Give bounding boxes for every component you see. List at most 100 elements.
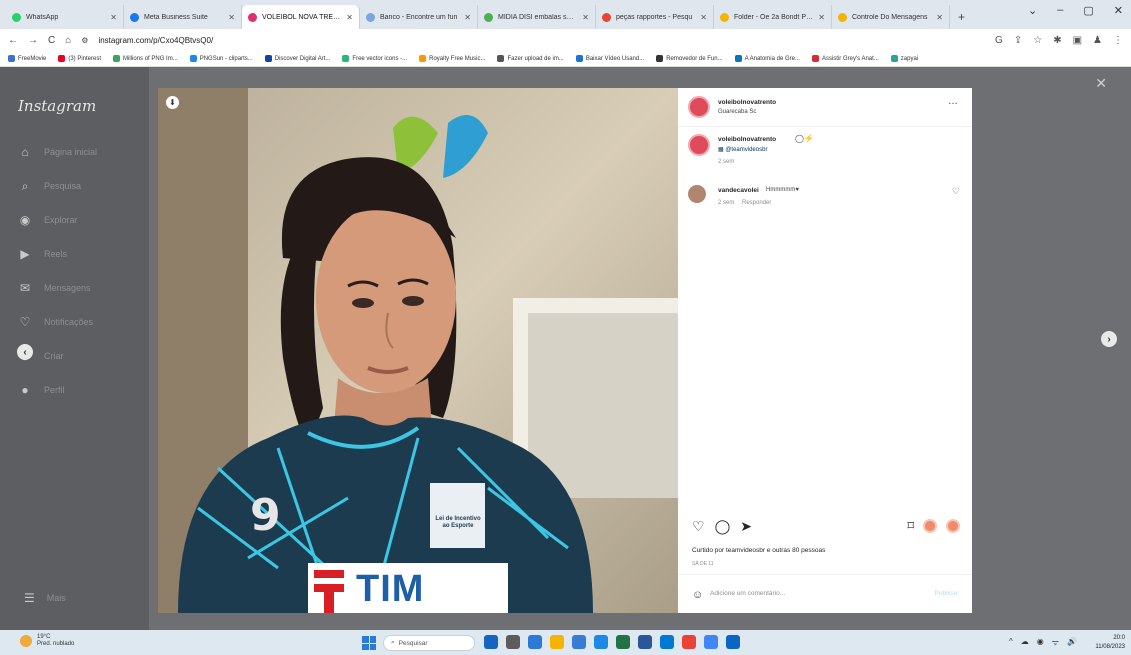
avatar[interactable]: [688, 185, 706, 203]
browser-tab[interactable]: VOLEIBOL NOVA TRENTO ✕: [242, 5, 360, 29]
taskbar-app-icon[interactable]: [572, 635, 586, 649]
url-field[interactable]: instagram.com/p/Cxo4QBtvsQ0/: [98, 36, 985, 45]
bookmark-item[interactable]: zapyai: [890, 55, 918, 62]
taskbar-search[interactable]: ⌕ Pesquisar: [383, 635, 475, 651]
avatar[interactable]: [688, 96, 710, 118]
download-icon[interactable]: ⬇: [166, 96, 179, 109]
publish-button[interactable]: Publicar: [935, 590, 958, 597]
forward-icon[interactable]: →: [28, 35, 38, 46]
bookmark-item[interactable]: Assistir Grey's Anat...: [811, 55, 879, 62]
post-author-username[interactable]: voleibolnovatrento: [718, 99, 776, 106]
reload-icon[interactable]: C: [48, 35, 55, 46]
bookmark-item[interactable]: Royalty Free Music...: [419, 55, 485, 62]
post-photo[interactable]: 9 Lei de Incentivo ao Esporte TIM ⬇: [158, 88, 678, 613]
bookmark-item[interactable]: Removedor de Fun...: [656, 55, 723, 62]
comment-username[interactable]: vandecavolei: [718, 187, 759, 194]
bookmark-item[interactable]: Free vector icons -...: [342, 55, 407, 62]
tray-overflow-icon[interactable]: ^: [1009, 637, 1013, 648]
browser-tab[interactable]: WhatsApp ✕: [6, 5, 124, 29]
comment-like-icon[interactable]: ♡: [952, 186, 960, 197]
google-lens-icon[interactable]: G: [995, 35, 1003, 46]
windows-start-icon[interactable]: [362, 636, 376, 650]
caption-username[interactable]: voleibolnovatrento: [718, 136, 776, 143]
sidepanel-icon[interactable]: ▣: [1073, 35, 1082, 46]
tab-close-icon[interactable]: ✕: [110, 13, 117, 22]
post-location[interactable]: Guarecaba Sc: [718, 109, 756, 115]
taskbar-app-icon[interactable]: [704, 635, 718, 649]
weather-widget[interactable]: 19°C Pred. nublado: [20, 634, 74, 648]
taskbar-app-icon[interactable]: [638, 635, 652, 649]
volume-icon[interactable]: 🔊: [1067, 637, 1077, 648]
emoji-icon[interactable]: ☺: [692, 589, 703, 601]
onedrive-icon[interactable]: ☁: [1021, 637, 1029, 648]
wifi-icon[interactable]: ᯤ: [1052, 637, 1059, 648]
taskbar-app-icon[interactable]: [550, 635, 564, 649]
taskbar-app-icon[interactable]: [616, 635, 630, 649]
tab-close-icon[interactable]: ✕: [582, 13, 589, 22]
home-icon[interactable]: ⌂: [65, 35, 71, 46]
bookmark-item[interactable]: (3) Pinterest: [58, 55, 101, 62]
bookmark-item[interactable]: A Anatomia de Gre...: [734, 55, 800, 62]
sidebar-item-reels[interactable]: ▶ Reels: [18, 247, 67, 261]
reply-link[interactable]: Responder: [742, 200, 771, 206]
comment-input[interactable]: Adicione um comentário...: [710, 590, 785, 597]
browser-tab[interactable]: Meta Business Suite ✕: [124, 5, 242, 29]
browser-tab[interactable]: Controle Do Mensagens ✕: [832, 5, 950, 29]
defender-icon[interactable]: ◉: [1037, 637, 1044, 648]
prev-post-button[interactable]: ‹: [17, 344, 33, 360]
taskbar-app-icon[interactable]: [484, 635, 498, 649]
caption-mention[interactable]: ▦ @teamvideosbr: [718, 146, 767, 153]
bookmark-item[interactable]: PNGSun - cliparts...: [189, 55, 253, 62]
close-icon[interactable]: ✕: [1095, 75, 1107, 92]
heart-icon[interactable]: ♡: [692, 518, 705, 535]
extensions-icon[interactable]: ✱: [1053, 35, 1061, 46]
next-post-button[interactable]: ›: [1101, 331, 1117, 347]
sidebar-item-more[interactable]: ☰ Mais: [24, 591, 66, 605]
taskbar-app-icon[interactable]: [660, 635, 674, 649]
sidebar-item-notifications[interactable]: ♡ Notificações: [18, 315, 93, 329]
save-bookmark-icon[interactable]: ⌑: [907, 518, 914, 534]
browser-tab[interactable]: Folder - Oe 2a Bondt Para ✕: [714, 5, 832, 29]
bookmark-item[interactable]: Baixar Vídeo Usand...: [575, 55, 644, 62]
maximize-button[interactable]: ▢: [1083, 4, 1093, 17]
sidebar-item-explore[interactable]: ◉ Explorar: [18, 213, 78, 227]
story-ring-icon[interactable]: [946, 519, 960, 533]
avatar[interactable]: [688, 134, 710, 156]
new-tab-button[interactable]: +: [950, 5, 973, 29]
browser-tab[interactable]: Banco - Encontre um fun ✕: [360, 5, 478, 29]
taskbar-app-icon[interactable]: [726, 635, 740, 649]
bookmark-star-icon[interactable]: ☆: [1033, 35, 1042, 46]
tab-close-icon[interactable]: ✕: [228, 13, 235, 22]
share-icon[interactable]: ⇪: [1014, 35, 1022, 46]
tab-close-icon[interactable]: ✕: [818, 13, 825, 22]
menu-icon[interactable]: ⋮: [1113, 35, 1123, 46]
likes-summary[interactable]: Curtido por teamvideosbr e outras 80 pes…: [692, 547, 825, 554]
tab-close-icon[interactable]: ✕: [346, 13, 353, 22]
bookmark-item[interactable]: Discover Digital Art...: [264, 55, 330, 62]
instagram-logo[interactable]: Instagram: [18, 97, 96, 115]
taskbar-app-icon[interactable]: [682, 635, 696, 649]
sidebar-item-profile[interactable]: ● Perfil: [18, 383, 64, 397]
tab-search-icon[interactable]: ⌄: [1028, 4, 1037, 17]
bookmark-item[interactable]: Fazer upload de im...: [497, 55, 564, 62]
taskbar-app-icon[interactable]: [528, 635, 542, 649]
sidebar-item-home[interactable]: ⌂ Página inicial: [18, 145, 97, 159]
minimize-button[interactable]: –: [1057, 4, 1063, 17]
more-options-icon[interactable]: …: [948, 96, 958, 107]
clock[interactable]: 20:0 11/08/2023: [1095, 634, 1125, 652]
bookmark-item[interactable]: Millions of PNG Im...: [113, 55, 178, 62]
profile-icon[interactable]: ♟: [1093, 35, 1102, 46]
taskbar-app-icon[interactable]: [506, 635, 520, 649]
comment-icon[interactable]: ◯: [715, 518, 731, 535]
sidebar-item-messages[interactable]: ✉ Mensagens: [18, 281, 91, 295]
site-info-icon[interactable]: ⚙: [81, 36, 88, 45]
tab-close-icon[interactable]: ✕: [936, 13, 943, 22]
share-icon[interactable]: ➤: [740, 518, 752, 535]
browser-tab[interactable]: peças rapportes - Pesqu ✕: [596, 5, 714, 29]
browser-tab[interactable]: MÍDIA DÍSI embalas subs ✕: [478, 5, 596, 29]
story-ring-icon[interactable]: [923, 519, 937, 533]
close-window-button[interactable]: ✕: [1114, 4, 1123, 17]
bookmark-item[interactable]: FreeMovie: [8, 55, 46, 62]
taskbar-app-icon[interactable]: [594, 635, 608, 649]
sidebar-item-search[interactable]: ⌕ Pesquisa: [18, 179, 81, 193]
